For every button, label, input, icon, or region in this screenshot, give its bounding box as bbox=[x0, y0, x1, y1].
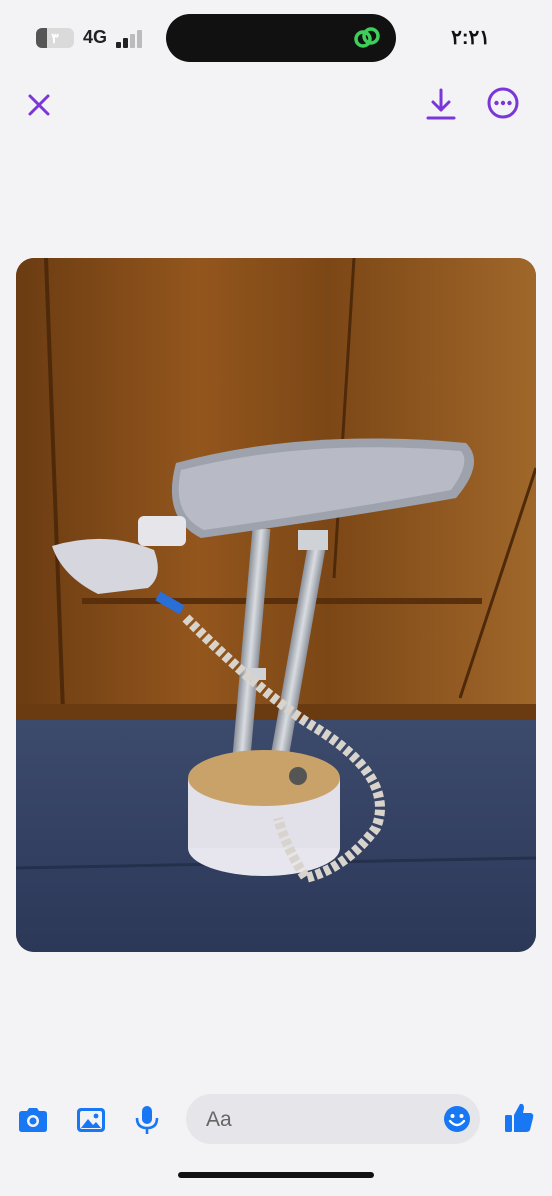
camera-icon[interactable] bbox=[16, 1104, 50, 1136]
microphone-icon[interactable] bbox=[130, 1104, 164, 1136]
emoji-icon[interactable] bbox=[442, 1104, 472, 1134]
signal-bar bbox=[130, 34, 135, 48]
dynamic-island bbox=[166, 14, 396, 62]
signal-icon bbox=[116, 28, 146, 48]
image-gallery-icon[interactable] bbox=[74, 1104, 108, 1136]
message-composer bbox=[0, 1090, 552, 1150]
download-icon[interactable] bbox=[424, 86, 458, 122]
signal-bar bbox=[116, 42, 121, 48]
clock: ٢:٢١ bbox=[451, 27, 490, 49]
link-rings-icon bbox=[354, 27, 380, 48]
photo-illustration bbox=[16, 258, 536, 952]
battery-icon: ٣ bbox=[36, 28, 74, 48]
status-bar: ٣ 4G ٢:٢١ bbox=[0, 0, 552, 76]
more-options-icon[interactable] bbox=[486, 86, 520, 120]
signal-bar bbox=[137, 30, 142, 48]
home-indicator bbox=[178, 1172, 374, 1178]
thumbs-up-icon[interactable] bbox=[502, 1100, 536, 1136]
battery-level: ٣ bbox=[51, 30, 59, 46]
garment-steamer-photo[interactable] bbox=[16, 258, 536, 952]
message-input[interactable] bbox=[204, 1094, 438, 1146]
message-field[interactable] bbox=[186, 1094, 480, 1146]
network-type: 4G bbox=[83, 27, 108, 47]
close-icon[interactable] bbox=[24, 90, 54, 120]
signal-bar bbox=[123, 38, 128, 48]
